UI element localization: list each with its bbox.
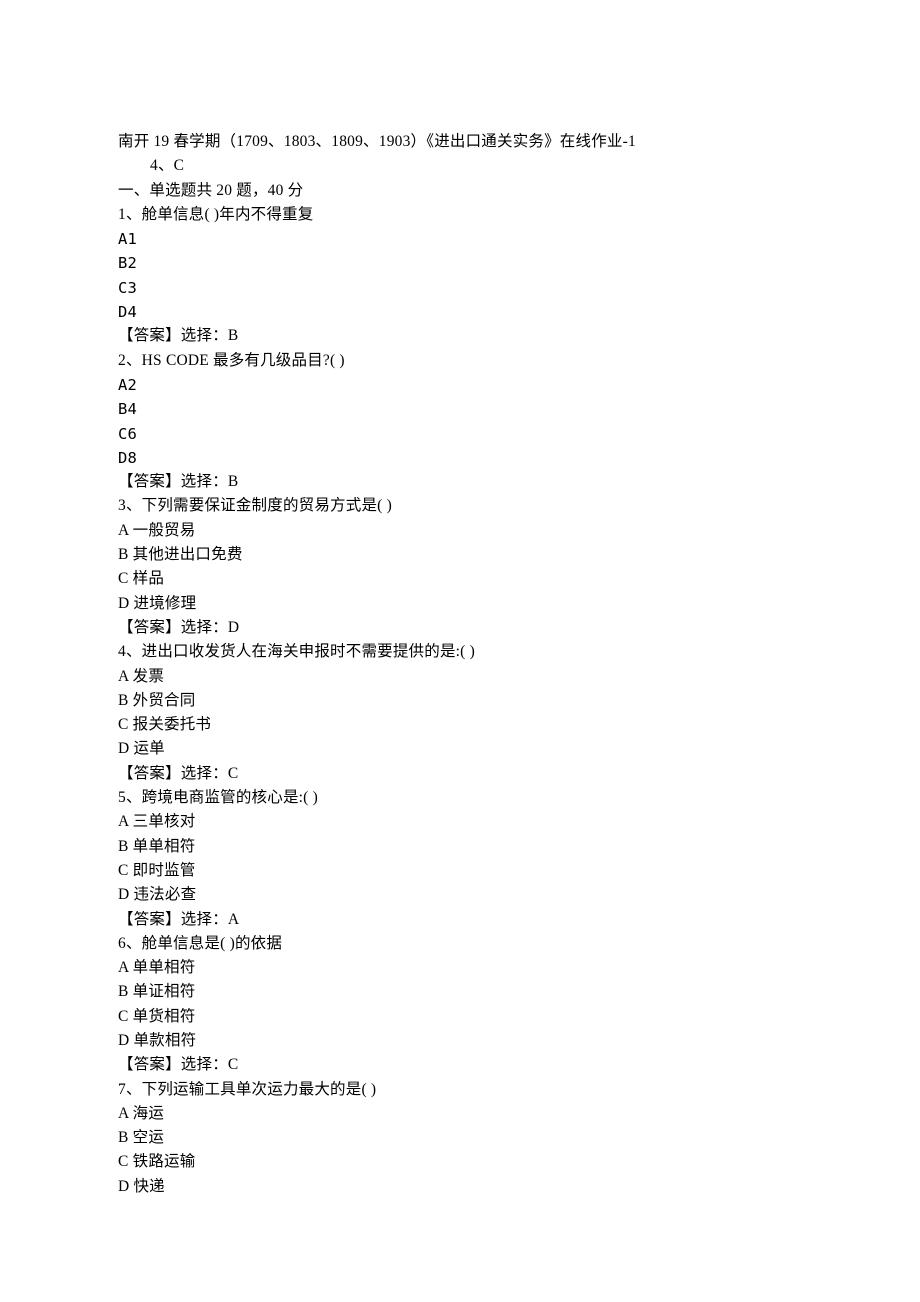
- document-page: 南开 19 春学期（1709、1803、1809、1903）《进出口通关实务》在…: [0, 0, 920, 1259]
- option-a: A 海运: [118, 1102, 802, 1126]
- option-a: A1: [118, 227, 802, 251]
- option-c: C3: [118, 276, 802, 300]
- option-c: C6: [118, 422, 802, 446]
- option-b: B 单证相符: [118, 980, 802, 1004]
- option-d: D4: [118, 300, 802, 324]
- answer-line: 【答案】选择：B: [118, 324, 802, 348]
- question-text: 1、舱单信息( )年内不得重复: [118, 203, 802, 227]
- option-b: B4: [118, 397, 802, 421]
- question-text: 7、下列运输工具单次运力最大的是( ): [118, 1078, 802, 1102]
- option-d: D 快递: [118, 1175, 802, 1199]
- question-text: 3、下列需要保证金制度的贸易方式是( ): [118, 494, 802, 518]
- option-b: B2: [118, 251, 802, 275]
- option-b: B 单单相符: [118, 835, 802, 859]
- question-text: 4、进出口收发货人在海关申报时不需要提供的是:( ): [118, 640, 802, 664]
- answer-line: 【答案】选择：B: [118, 470, 802, 494]
- title-line: 南开 19 春学期（1709、1803、1809、1903）《进出口通关实务》在…: [118, 130, 802, 154]
- question-text: 2、HS CODE 最多有几级品目?( ): [118, 349, 802, 373]
- option-b: B 外贸合同: [118, 689, 802, 713]
- option-c: C 报关委托书: [118, 713, 802, 737]
- option-d: D 违法必查: [118, 883, 802, 907]
- option-a: A 三单核对: [118, 810, 802, 834]
- option-a: A2: [118, 373, 802, 397]
- question-text: 6、舱单信息是( )的依据: [118, 932, 802, 956]
- section-header: 一、单选题共 20 题，40 分: [118, 179, 802, 203]
- option-d: D 运单: [118, 737, 802, 761]
- option-a: A 一般贸易: [118, 519, 802, 543]
- option-c: C 即时监管: [118, 859, 802, 883]
- option-b: B 其他进出口免费: [118, 543, 802, 567]
- option-d: D 单款相符: [118, 1029, 802, 1053]
- answer-line: 【答案】选择：C: [118, 1053, 802, 1077]
- option-a: A 单单相符: [118, 956, 802, 980]
- option-a: A 发票: [118, 665, 802, 689]
- answer-line: 【答案】选择：D: [118, 616, 802, 640]
- option-d: D 进境修理: [118, 592, 802, 616]
- sub-line: 4、C: [118, 154, 802, 178]
- question-text: 5、跨境电商监管的核心是:( ): [118, 786, 802, 810]
- option-c: C 铁路运输: [118, 1150, 802, 1174]
- option-b: B 空运: [118, 1126, 802, 1150]
- answer-line: 【答案】选择：A: [118, 908, 802, 932]
- answer-line: 【答案】选择：C: [118, 762, 802, 786]
- option-d: D8: [118, 446, 802, 470]
- option-c: C 单货相符: [118, 1005, 802, 1029]
- option-c: C 样品: [118, 567, 802, 591]
